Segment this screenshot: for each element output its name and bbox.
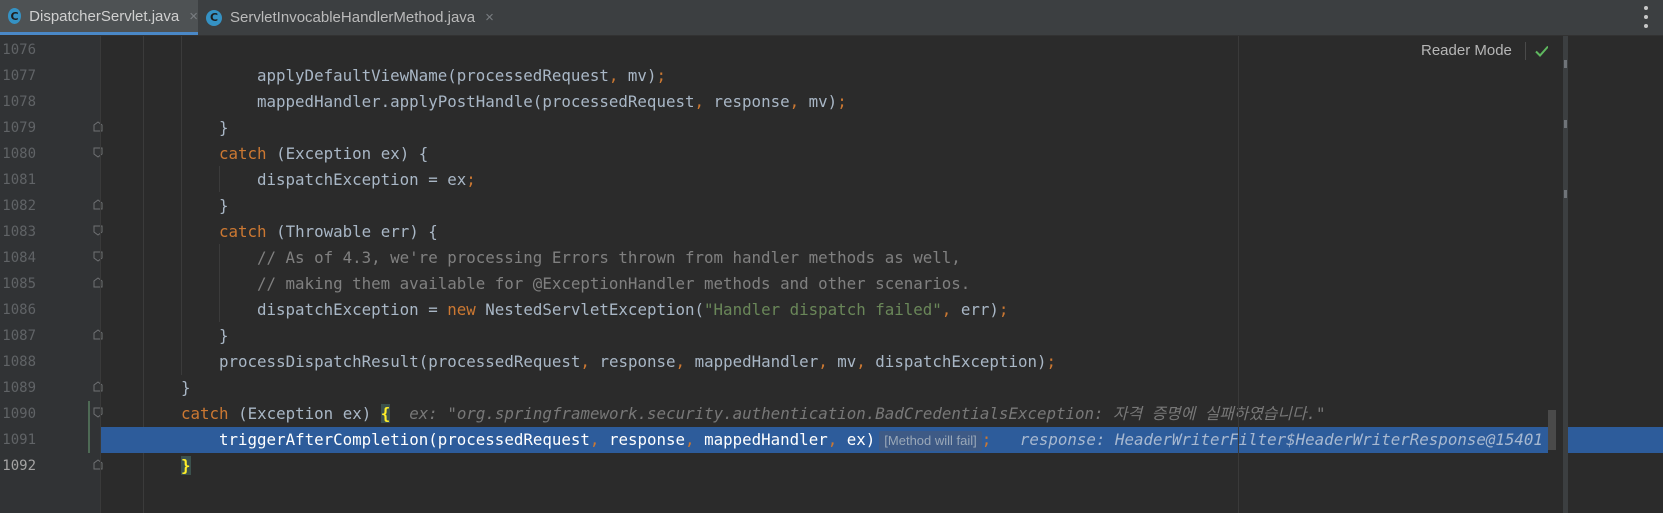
- code-line-1087[interactable]: }: [101, 323, 1663, 349]
- tab-label: DispatcherServlet.java: [29, 7, 180, 25]
- error-stripe[interactable]: [1563, 36, 1568, 513]
- editor-tab-bar: C DispatcherServlet.java × C ServletInvo…: [0, 0, 1663, 36]
- line-number: 1090: [2, 406, 36, 422]
- more-options-icon[interactable]: [1643, 6, 1649, 28]
- method-will-fail-hint: [Method will fail]: [879, 431, 982, 451]
- line-number: 1087: [2, 328, 36, 344]
- scrollbar-thumb[interactable]: [1548, 410, 1556, 450]
- code-line-1085[interactable]: // making them available for @ExceptionH…: [101, 271, 1663, 297]
- java-class-icon: C: [206, 9, 222, 26]
- close-icon[interactable]: ×: [189, 8, 198, 25]
- tab-servletinvocablehandlermethod[interactable]: C ServletInvocableHandlerMethod.java ×: [198, 0, 496, 35]
- java-class-icon: C: [8, 8, 22, 24]
- code-line-1092[interactable]: }: [101, 453, 1628, 479]
- code-line-1084[interactable]: // As of 4.3, we're processing Errors th…: [101, 245, 1663, 271]
- change-marker[interactable]: [88, 401, 90, 453]
- reader-mode-toggle[interactable]: Reader Mode: [1421, 42, 1512, 59]
- right-margin-guide: [1238, 36, 1239, 513]
- line-number: 1079: [2, 120, 36, 136]
- code-editor[interactable]: applyDefaultViewName(processedRequest, m…: [101, 36, 1663, 513]
- code-line-1081[interactable]: dispatchException = ex;: [101, 167, 1663, 193]
- code-line-1086[interactable]: dispatchException = new NestedServletExc…: [101, 297, 1663, 323]
- close-icon[interactable]: ×: [485, 9, 494, 26]
- line-number: 1080: [2, 146, 36, 162]
- line-number: 1084: [2, 250, 36, 266]
- code-line-1083[interactable]: catch (Throwable err) {: [101, 219, 1663, 245]
- code-line-1079[interactable]: }: [101, 115, 1663, 141]
- code-line-1089[interactable]: }: [101, 375, 1628, 401]
- error-stripe-mark[interactable]: [1564, 190, 1567, 198]
- code-line-1091-execution-point[interactable]: triggerAfterCompletion(processedRequest,…: [101, 427, 1663, 453]
- inline-debug-value: response: HeaderWriterFilter$HeaderWrite…: [1019, 430, 1543, 449]
- inline-debug-value: ex: "org.springframework.security.authen…: [409, 404, 1326, 423]
- line-number: 1085: [2, 276, 36, 292]
- error-stripe-mark[interactable]: [1564, 120, 1567, 128]
- line-number: 1089: [2, 380, 36, 396]
- code-line-1088[interactable]: processDispatchResult(processedRequest, …: [101, 349, 1663, 375]
- divider: [1525, 42, 1526, 60]
- tab-dispatcherservlet[interactable]: C DispatcherServlet.java ×: [0, 0, 198, 35]
- code-line-1090[interactable]: catch (Exception ex) { ex: "org.springfr…: [101, 401, 1628, 427]
- tab-label: ServletInvocableHandlerMethod.java: [230, 9, 476, 26]
- code-line-1082[interactable]: }: [101, 193, 1663, 219]
- line-number: 1083: [2, 224, 36, 240]
- line-number-gutter[interactable]: 1076 1077 1078 1079 1080 1081 1082 1083 …: [0, 36, 103, 513]
- line-number-current: 1092: [2, 458, 36, 474]
- code-line-1080[interactable]: catch (Exception ex) {: [101, 141, 1663, 167]
- line-number: 1082: [2, 198, 36, 214]
- code-line-1078[interactable]: mappedHandler.applyPostHandle(processedR…: [101, 89, 1663, 115]
- line-number: 1078: [2, 94, 36, 110]
- code-line-1077[interactable]: applyDefaultViewName(processedRequest, m…: [101, 63, 1663, 89]
- line-number: 1088: [2, 354, 36, 370]
- line-number: 1086: [2, 302, 36, 318]
- error-stripe-mark[interactable]: [1564, 60, 1567, 68]
- line-number: 1077: [2, 68, 36, 84]
- line-number: 1091: [2, 432, 36, 448]
- line-number: 1081: [2, 172, 36, 188]
- line-number: 1076: [2, 42, 36, 58]
